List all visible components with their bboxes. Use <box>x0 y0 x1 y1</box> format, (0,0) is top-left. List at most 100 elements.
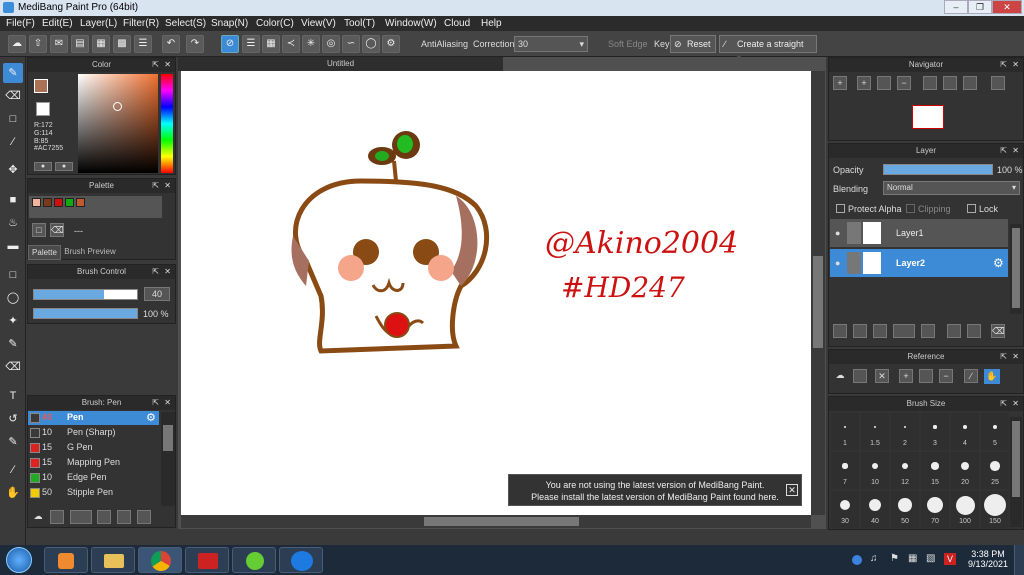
brush-size-scroll-thumb[interactable] <box>1012 421 1020 497</box>
clock[interactable]: 3:38 PM 9/13/2021 <box>966 549 1010 569</box>
straight-line-button[interactable]: ∕ Create a straight line <box>719 35 817 65</box>
open-folder-icon[interactable] <box>853 369 867 383</box>
menu-layer[interactable]: Layer(L) <box>80 18 117 29</box>
brush-settings-icon[interactable] <box>97 510 111 524</box>
taskbar-medibang[interactable] <box>185 547 229 573</box>
brush-tool-icon[interactable]: ✎ <box>3 63 23 83</box>
brush-size-cell[interactable]: 30 <box>831 491 859 528</box>
rotate-reset-icon[interactable] <box>943 76 957 90</box>
protect-alpha-checkbox[interactable] <box>836 204 845 213</box>
canvas-horizontal-thumb[interactable] <box>424 517 579 526</box>
drawing-canvas[interactable]: @Akino2004 #HD247 <box>181 71 811 515</box>
close-window-button[interactable]: ✕ <box>992 0 1022 14</box>
menu-edit[interactable]: Edit(E) <box>42 18 73 29</box>
reset-button[interactable]: ⊘ Reset <box>670 35 716 53</box>
fit-icon[interactable] <box>919 369 933 383</box>
cross-snap-icon[interactable]: ▦ <box>262 35 280 53</box>
menu-select[interactable]: Select(S) <box>165 18 206 29</box>
zoom-in-icon[interactable]: + <box>899 369 913 383</box>
hue-slider[interactable] <box>161 74 173 173</box>
brush-size-cell[interactable]: 2 <box>891 413 919 450</box>
brush-size-cell[interactable]: 40 <box>861 491 889 528</box>
gear-icon[interactable]: ⚙ <box>146 411 156 424</box>
close-icon[interactable]: ✕ <box>875 369 889 383</box>
canvas-horizontal-scrollbar[interactable] <box>181 515 811 528</box>
taskbar-app-green[interactable] <box>232 547 276 573</box>
new-palette-icon[interactable]: □ <box>32 223 46 237</box>
layer-row-2[interactable]: ● Layer2 ⚙ <box>830 249 1008 277</box>
folder-icon[interactable] <box>921 324 935 338</box>
brush-size-cell[interactable]: 5 <box>981 413 1009 450</box>
duplicate-layer-icon[interactable] <box>947 324 961 338</box>
merge-layer-icon[interactable] <box>967 324 981 338</box>
redo-icon[interactable]: ↷ <box>186 35 204 53</box>
menu-cloud[interactable]: Cloud <box>444 18 470 29</box>
fill-rect-tool-icon[interactable]: ■ <box>3 190 23 210</box>
layer-scrollbar[interactable] <box>1010 224 1022 314</box>
popout-icon[interactable]: ⇱ <box>1000 397 1007 411</box>
layer-opacity-slider[interactable] <box>883 164 993 175</box>
brush-list-item[interactable]: 15 Mapping Pen <box>28 456 159 470</box>
popout-icon[interactable]: ⇱ <box>1000 58 1007 72</box>
tray-zalo-icon[interactable] <box>852 555 862 565</box>
eye-icon[interactable]: ● <box>835 228 840 238</box>
brush-size-cell[interactable]: 15 <box>921 452 949 489</box>
clipping-checkbox[interactable] <box>906 204 915 213</box>
menu-file[interactable]: File(F) <box>6 18 35 29</box>
brush-list-scrollbar[interactable] <box>161 412 175 506</box>
popout-icon[interactable]: ⇱ <box>152 396 159 410</box>
menu-color[interactable]: Color(C) <box>256 18 294 29</box>
brush-size-cell[interactable]: 100 <box>951 491 979 528</box>
text-tool-icon[interactable]: T <box>3 386 23 406</box>
select-eraser-icon[interactable]: ⌫ <box>3 357 23 377</box>
grid-page-icon[interactable]: ▩ <box>113 35 131 53</box>
minimize-button[interactable]: – <box>944 0 968 14</box>
close-icon[interactable]: ✕ <box>1012 350 1019 364</box>
cloud-icon[interactable]: ☁ <box>833 369 847 383</box>
new-layer-8bit-icon[interactable] <box>853 324 867 338</box>
notification-close-icon[interactable]: ✕ <box>786 484 798 496</box>
brush-size-cell[interactable]: 50 <box>891 491 919 528</box>
color-mode2-button[interactable]: ● <box>55 162 73 171</box>
brush-size-cell[interactable]: 150 <box>981 491 1009 528</box>
divide-tool-icon[interactable]: ✎ <box>3 432 23 452</box>
document-icon[interactable]: ▤ <box>71 35 89 53</box>
share-icon[interactable]: ⇧ <box>29 35 47 53</box>
eyedropper-icon[interactable]: ∕ <box>3 460 23 480</box>
brush-list-scroll-thumb[interactable] <box>163 425 173 451</box>
brush-size-cell[interactable]: 25 <box>981 452 1009 489</box>
parallel-snap-icon[interactable]: ☰ <box>242 35 260 53</box>
vanishing-snap-icon[interactable]: ≺ <box>282 35 300 53</box>
close-icon[interactable]: ✕ <box>1012 58 1019 72</box>
navigator-preview[interactable] <box>912 105 944 129</box>
brush-list-item[interactable]: 15 G Pen <box>28 441 159 455</box>
page-icon[interactable]: ▦ <box>92 35 110 53</box>
brush-size-cell[interactable]: 1.5 <box>861 413 889 450</box>
cloud-icon[interactable]: ☁ <box>8 35 26 53</box>
magic-wand-icon[interactable]: ✦ <box>3 311 23 331</box>
rotate-left-icon[interactable] <box>923 76 937 90</box>
popout-icon[interactable]: ⇱ <box>152 179 159 193</box>
brush-size-value[interactable]: 40 <box>144 287 170 301</box>
volume-icon[interactable]: ♫ <box>870 553 878 564</box>
gear-icon[interactable]: ⚙ <box>993 256 1004 270</box>
fit-icon[interactable] <box>877 76 891 90</box>
bucket-tool-icon[interactable]: ♨ <box>3 213 23 233</box>
taskbar-media-player[interactable] <box>44 547 88 573</box>
primary-color-swatch[interactable] <box>34 79 48 93</box>
close-icon[interactable]: ✕ <box>1012 144 1019 158</box>
brush-size-cell[interactable]: 70 <box>921 491 949 528</box>
blending-select[interactable]: Normal ▾ <box>883 181 1020 195</box>
close-icon[interactable]: ✕ <box>1012 397 1019 411</box>
folder-icon[interactable] <box>117 510 131 524</box>
brush-size-cell[interactable]: 20 <box>951 452 979 489</box>
palette-swatch[interactable] <box>76 198 85 207</box>
menu-filter[interactable]: Filter(R) <box>123 18 159 29</box>
close-icon[interactable]: ✕ <box>164 396 171 410</box>
popout-icon[interactable]: ⇱ <box>152 265 159 279</box>
layer-row-1[interactable]: ● Layer1 <box>830 219 1008 247</box>
select-pen-icon[interactable]: ✎ <box>3 334 23 354</box>
hand-tool-icon[interactable]: ✋ <box>3 483 23 503</box>
network-icon[interactable]: ▦ <box>908 553 917 564</box>
undo-icon[interactable]: ↶ <box>162 35 180 53</box>
